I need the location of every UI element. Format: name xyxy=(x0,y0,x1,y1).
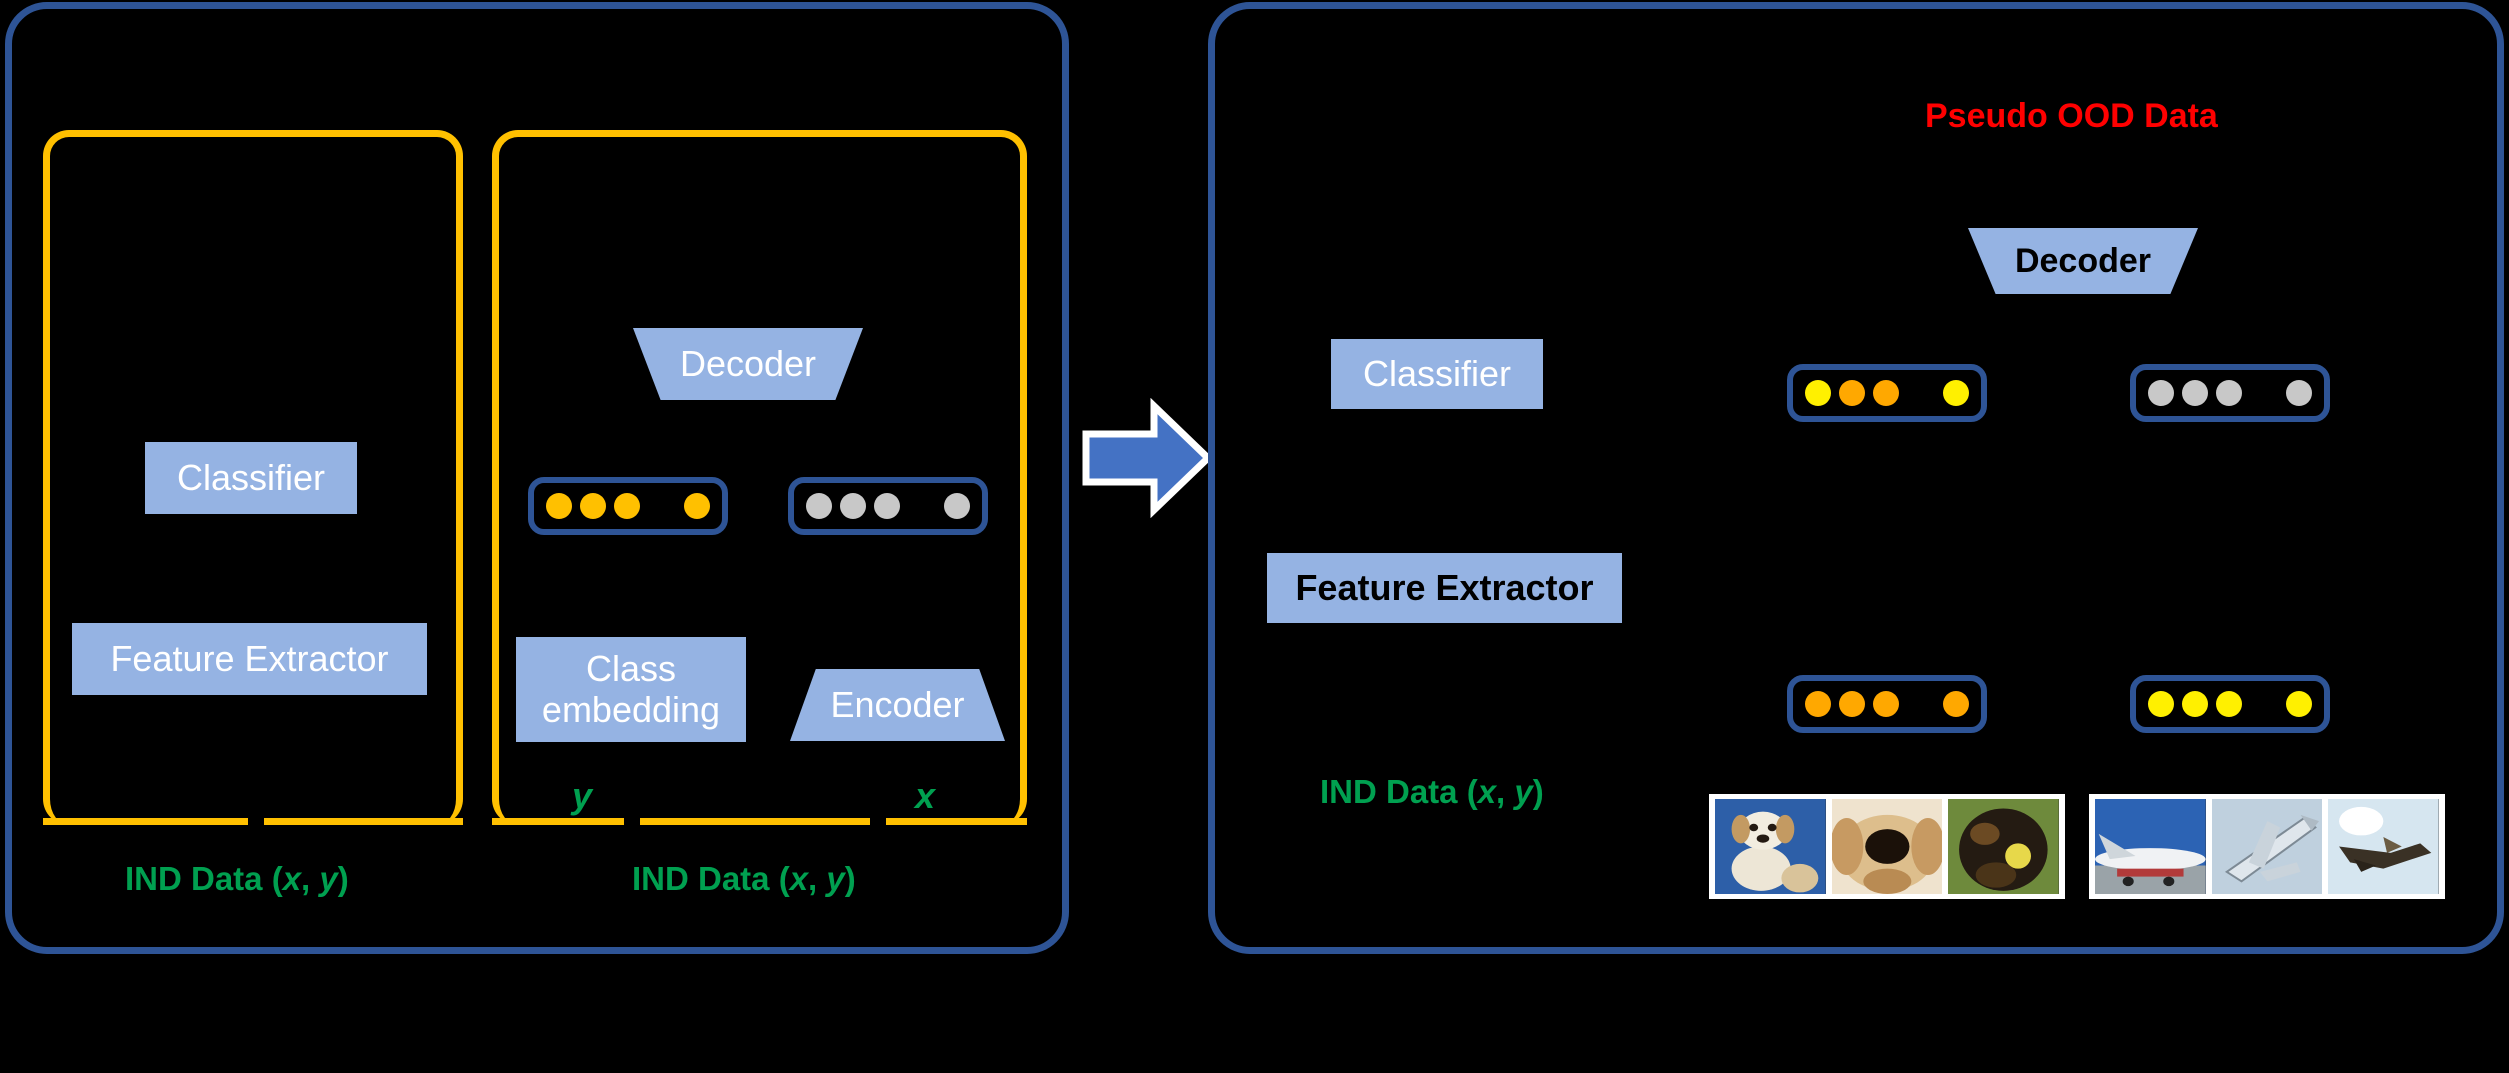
pseudo-ood-title-text: Pseudo OOD Data xyxy=(1925,97,2218,135)
latent-dot xyxy=(2148,691,2174,717)
ind-cvae-box-bottom-right xyxy=(886,818,1027,825)
latent-vector-gray xyxy=(788,477,988,535)
classifier-block-left-label: Classifier xyxy=(176,456,326,498)
encoder-block: Encoder xyxy=(790,669,1005,741)
latent-dot xyxy=(2216,691,2242,717)
feature-extractor-block-left: Feature Extractor xyxy=(72,623,427,695)
latent-dot xyxy=(1943,691,1969,717)
dog-thumb-2 xyxy=(1831,799,1943,894)
classifier-block-right: Classifier xyxy=(1331,339,1543,409)
latent-dot xyxy=(1839,380,1865,406)
y-input-label: y xyxy=(572,775,592,817)
feature-extractor-block-left-label: Feature Extractor xyxy=(110,637,389,679)
dog-thumb-1 xyxy=(1715,799,1826,894)
ind-caption-right-text: IND Data (x, y) xyxy=(1320,773,1544,810)
classifier-block-left: Classifier xyxy=(145,442,357,514)
latent-dot xyxy=(1839,691,1865,717)
latent-dot xyxy=(1873,380,1899,406)
latent-dot xyxy=(840,493,866,519)
pseudo-ood-title: Pseudo OOD Data xyxy=(1925,97,2218,136)
y-input-label-text: y xyxy=(572,775,593,816)
latent-dot xyxy=(2182,380,2208,406)
airplane-thumb-2 xyxy=(2211,799,2323,894)
latent-top-right xyxy=(2130,364,2330,422)
class-embedding-block-label: Class embedding xyxy=(541,648,721,730)
latent-dot xyxy=(1943,380,1969,406)
latent-dot xyxy=(2216,380,2242,406)
airplane-thumb-1 xyxy=(2095,799,2206,894)
latent-dot xyxy=(546,493,572,519)
decoder-block-right-label: Decoder xyxy=(2014,241,2152,280)
ind-caption-left-text: IND Data (x, y) xyxy=(125,860,349,897)
feature-extractor-block-right-label: Feature Extractor xyxy=(1295,566,1594,608)
latent-dot xyxy=(806,493,832,519)
latent-dot xyxy=(580,493,606,519)
latent-dot xyxy=(1805,380,1831,406)
latent-dot xyxy=(2286,691,2312,717)
class-embedding-block: Class embedding xyxy=(516,637,746,742)
feature-extractor-block-right: Feature Extractor xyxy=(1267,553,1622,623)
decoder-block-right: Decoder xyxy=(1968,228,2198,294)
latent-dot xyxy=(684,493,710,519)
latent-dot xyxy=(1873,691,1899,717)
latent-dot xyxy=(944,493,970,519)
latent-dot xyxy=(874,493,900,519)
encoder-block-label: Encoder xyxy=(830,684,965,725)
latent-dot xyxy=(2148,380,2174,406)
ind-caption-right: IND Data (x, y) xyxy=(1320,773,1544,811)
ind-cvae-box-bottom-left xyxy=(492,818,624,825)
latent-bottom-left xyxy=(1787,675,1987,733)
decoder-block-left-label: Decoder xyxy=(679,343,817,384)
dog-thumb-3 xyxy=(1948,799,2060,894)
latent-dot xyxy=(2182,691,2208,717)
ind-caption-mid: IND Data (x, y) xyxy=(632,860,856,898)
latent-top-left xyxy=(1787,364,1987,422)
stage-transition-arrow xyxy=(1082,397,1214,519)
classifier-block-right-label: Classifier xyxy=(1362,352,1512,394)
latent-bottom-right xyxy=(2130,675,2330,733)
x-input-label-text: x xyxy=(915,775,936,816)
latent-dot xyxy=(1805,691,1831,717)
latent-dot xyxy=(2286,380,2312,406)
x-input-label: x xyxy=(915,775,935,817)
dog-image-strip xyxy=(1709,794,2065,899)
decoder-block-left: Decoder xyxy=(633,328,863,400)
ind-caption-left: IND Data (x, y) xyxy=(125,860,349,898)
airplane-thumb-3 xyxy=(2328,799,2440,894)
ind-classifier-box-bottom-right xyxy=(264,818,463,825)
ind-caption-mid-text: IND Data (x, y) xyxy=(632,860,856,897)
airplane-image-strip xyxy=(2089,794,2445,899)
latent-vector-yellow xyxy=(528,477,728,535)
ind-classifier-box-bottom-left xyxy=(43,818,248,825)
latent-dot xyxy=(614,493,640,519)
diagram-canvas: Classifier Feature Extractor IND Data (x… xyxy=(0,0,2509,1073)
ind-cvae-box-bottom-mid xyxy=(640,818,870,825)
